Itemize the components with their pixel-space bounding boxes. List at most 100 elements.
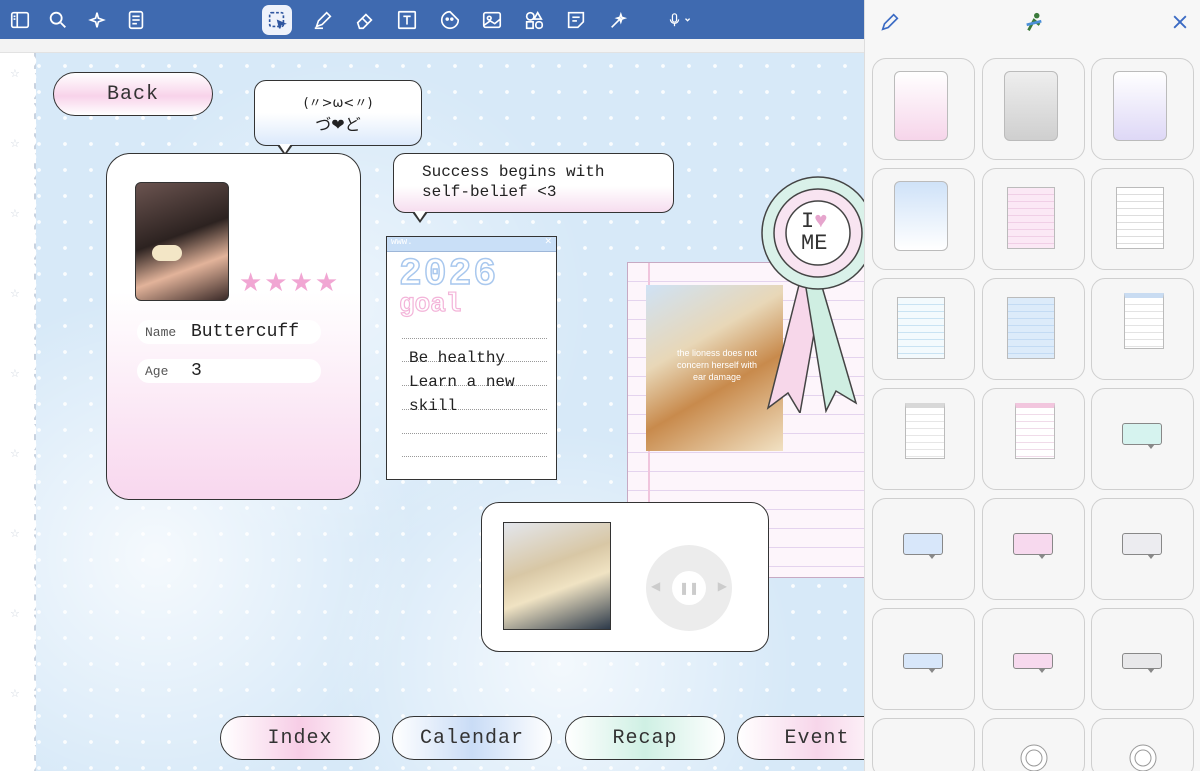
close-icon[interactable] [1170, 12, 1190, 32]
template-tile[interactable] [872, 168, 975, 270]
template-tile[interactable] [1091, 58, 1194, 160]
toolbar-divider-strip [0, 39, 864, 53]
goal-card[interactable]: www. ✕ 2026 goal Be healthy Learn a new … [386, 236, 557, 480]
speech-bubble-tile[interactable] [1091, 388, 1194, 490]
quote-line-1: Success begins with [422, 163, 605, 181]
notebook-page[interactable]: ☆ ☆ ☆ ☆ ☆ ☆ ☆ ☆ ☆ Back (〃>ω<〃) づ❤ど Succe… [0, 53, 864, 771]
search-icon[interactable] [43, 5, 73, 35]
pencil-icon[interactable] [879, 11, 901, 33]
bear-sticker-icon [152, 245, 182, 261]
star-icon: ☆ [10, 687, 20, 700]
rosette-ribbon [761, 176, 864, 413]
click-wheel[interactable]: ❚❚ ◀ ▶ [646, 545, 732, 631]
goal-line [402, 433, 547, 434]
star-icon: ☆ [10, 287, 20, 300]
sticky-note-icon[interactable] [561, 5, 591, 35]
name-label: Name [145, 324, 177, 340]
profile-photo [135, 182, 229, 301]
goal-template-tile[interactable] [872, 388, 975, 490]
speech-bubble-thumbnail [1122, 423, 1162, 449]
text-box-icon[interactable] [392, 5, 422, 35]
paper-tile[interactable] [982, 278, 1085, 380]
goal-thumbnail [905, 403, 945, 459]
age-field[interactable]: Age 3 [137, 359, 321, 383]
goal-item: skill [409, 397, 458, 415]
back-button[interactable]: Back [53, 72, 213, 116]
rosette-sticker-tile[interactable] [982, 718, 1085, 771]
pause-icon[interactable]: ❚❚ [672, 571, 706, 605]
goal-line [402, 338, 547, 339]
template-thumbnail [1004, 71, 1058, 141]
pen-icon[interactable] [308, 5, 338, 35]
notebook-icon[interactable] [121, 5, 151, 35]
goal-window-text: www. [391, 237, 413, 247]
bubble-tail [412, 211, 428, 223]
rosette-line-2: ME [801, 231, 828, 256]
nav-event-button[interactable]: Event [737, 716, 864, 760]
goal-item: Be healthy [409, 349, 506, 367]
speech-bubble-thumbnail [1122, 533, 1162, 559]
sticker-icon[interactable] [435, 5, 465, 35]
star-icon: ☆ [10, 137, 20, 150]
paper-tile[interactable] [982, 168, 1085, 270]
music-player-widget[interactable]: ❚❚ ◀ ▶ [481, 502, 769, 652]
eraser-icon[interactable] [350, 5, 380, 35]
speech-bubble-tile[interactable] [872, 498, 975, 600]
template-thumbnail [894, 71, 948, 141]
rating-stars: ★★★★ [239, 268, 341, 298]
template-thumbnail [894, 181, 948, 251]
panel-header [865, 0, 1200, 44]
goal-thumbnail [1124, 293, 1164, 349]
image-icon[interactable] [477, 5, 507, 35]
sticker-tile[interactable] [872, 718, 975, 771]
next-icon[interactable]: ▶ [718, 579, 727, 593]
goal-window-bar: www. ✕ [387, 237, 556, 252]
sticker-panel [864, 0, 1200, 771]
goal-list: Be healthy Learn a new skill [409, 346, 515, 418]
speech-bubble-tile[interactable] [1091, 498, 1194, 600]
nav-index-button[interactable]: Index [220, 716, 380, 760]
paper-tile[interactable] [872, 278, 975, 380]
profile-card[interactable]: ★★★★ Name Buttercuff Age 3 [106, 153, 361, 500]
speech-bubble-thumbnail [1122, 653, 1162, 673]
star-icon: ☆ [10, 367, 20, 380]
paper-tile[interactable] [1091, 168, 1194, 270]
dog-caption: the lioness does not concern herself wit… [676, 348, 758, 382]
lasso-select-icon[interactable] [262, 5, 292, 35]
rosette-sticker-tile[interactable] [1091, 718, 1194, 771]
kaomoji-line-2: づ❤ど [315, 114, 361, 134]
microphone-icon[interactable] [660, 5, 700, 35]
speech-bubble-tile[interactable] [1091, 608, 1194, 710]
album-cover [503, 522, 611, 630]
shapes-icon[interactable] [519, 5, 549, 35]
template-tile[interactable] [872, 58, 975, 160]
lace-scallop [30, 53, 42, 771]
quote-bubble: Success begins with self-belief <3 [393, 153, 674, 223]
goal-template-tile[interactable] [1091, 278, 1194, 380]
paper-thumbnail [1007, 297, 1055, 359]
kaomoji-line-1: (〃>ω<〃) [303, 95, 373, 111]
goal-item: Learn a new [409, 373, 515, 391]
rosette-icon [1020, 744, 1048, 771]
figure-icon [1026, 12, 1042, 31]
speech-bubble-tile[interactable] [982, 498, 1085, 600]
star-icon: ☆ [10, 607, 20, 620]
goal-template-tile[interactable] [982, 388, 1085, 490]
close-icon: ✕ [544, 237, 552, 247]
template-thumbnail [1113, 71, 1167, 141]
paper-thumbnail [897, 297, 945, 359]
previous-icon[interactable]: ◀ [651, 579, 660, 593]
speech-bubble-tile[interactable] [982, 608, 1085, 710]
laser-pointer-icon[interactable] [604, 5, 634, 35]
speech-bubble-thumbnail [1013, 533, 1053, 559]
speech-bubble-tile[interactable] [872, 608, 975, 710]
age-value: 3 [191, 361, 202, 381]
template-tile[interactable] [982, 58, 1085, 160]
goal-subtitle: goal [398, 288, 462, 319]
sidebar-toggle-icon[interactable] [5, 5, 35, 35]
ai-sparkle-icon[interactable] [82, 5, 112, 35]
nav-calendar-button[interactable]: Calendar [392, 716, 552, 760]
nav-recap-button[interactable]: Recap [565, 716, 725, 760]
rosette-text: I♥ ME [801, 211, 827, 255]
name-field[interactable]: Name Buttercuff [137, 320, 321, 344]
